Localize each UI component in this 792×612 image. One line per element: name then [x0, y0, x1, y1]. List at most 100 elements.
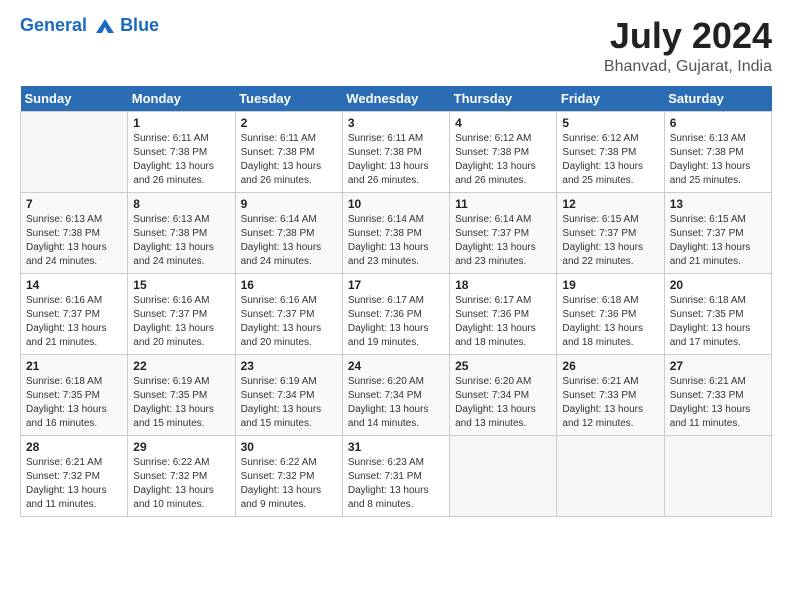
day-number: 18	[455, 278, 551, 292]
day-number: 16	[241, 278, 337, 292]
day-number: 30	[241, 440, 337, 454]
calendar-week-row: 28Sunrise: 6:21 AMSunset: 7:32 PMDayligh…	[21, 435, 772, 516]
calendar-header-row: SundayMondayTuesdayWednesdayThursdayFrid…	[21, 86, 772, 112]
cell-info: Sunrise: 6:11 AMSunset: 7:38 PMDaylight:…	[241, 132, 337, 188]
header-cell-wednesday: Wednesday	[342, 86, 449, 112]
calendar-cell: 4 Sunrise: 6:12 AMSunset: 7:38 PMDaylight…	[450, 111, 557, 192]
cell-info: Sunrise: 6:19 AMSunset: 7:34 PMDaylight:…	[241, 375, 337, 431]
calendar-cell: 15 Sunrise: 6:16 AMSunset: 7:37 PMDayligh…	[128, 273, 235, 354]
logo-icon	[94, 17, 116, 35]
day-number: 17	[348, 278, 444, 292]
cell-info: Sunrise: 6:12 AMSunset: 7:38 PMDaylight:…	[455, 132, 551, 188]
cell-info: Sunrise: 6:16 AMSunset: 7:37 PMDaylight:…	[241, 294, 337, 350]
calendar-cell	[557, 435, 664, 516]
calendar-cell: 28Sunrise: 6:21 AMSunset: 7:32 PMDayligh…	[21, 435, 128, 516]
header-cell-monday: Monday	[128, 86, 235, 112]
day-number: 3	[348, 116, 444, 130]
calendar-week-row: 14 Sunrise: 6:16 AMSunset: 7:37 PMDayligh…	[21, 273, 772, 354]
calendar-cell: 17 Sunrise: 6:17 AMSunset: 7:36 PMDayligh…	[342, 273, 449, 354]
calendar-cell: 8 Sunrise: 6:13 AMSunset: 7:38 PMDaylight…	[128, 192, 235, 273]
cell-info: Sunrise: 6:15 AMSunset: 7:37 PMDaylight:…	[670, 213, 766, 269]
title-block: July 2024 Bhanvad, Gujarat, India	[604, 16, 772, 76]
calendar-cell: 23 Sunrise: 6:19 AMSunset: 7:34 PMDayligh…	[235, 354, 342, 435]
calendar-cell: 1Sunrise: 6:11 AMSunset: 7:38 PMDaylight…	[128, 111, 235, 192]
calendar-cell: 22Sunrise: 6:19 AMSunset: 7:35 PMDayligh…	[128, 354, 235, 435]
day-number: 28	[26, 440, 122, 454]
day-number: 10	[348, 197, 444, 211]
calendar-cell: 9Sunrise: 6:14 AMSunset: 7:38 PMDaylight…	[235, 192, 342, 273]
cell-info: Sunrise: 6:14 AMSunset: 7:38 PMDaylight:…	[348, 213, 444, 269]
cell-info: Sunrise: 6:21 AMSunset: 7:33 PMDaylight:…	[562, 375, 658, 431]
header-cell-sunday: Sunday	[21, 86, 128, 112]
logo: General Blue	[20, 16, 159, 36]
calendar-cell: 3 Sunrise: 6:11 AMSunset: 7:38 PMDaylight…	[342, 111, 449, 192]
logo-text: General	[20, 16, 118, 36]
calendar-table: SundayMondayTuesdayWednesdayThursdayFrid…	[20, 86, 772, 517]
header-cell-friday: Friday	[557, 86, 664, 112]
day-number: 20	[670, 278, 766, 292]
day-number: 8	[133, 197, 229, 211]
calendar-cell: 14 Sunrise: 6:16 AMSunset: 7:37 PMDayligh…	[21, 273, 128, 354]
calendar-cell: 6Sunrise: 6:13 AMSunset: 7:38 PMDaylight…	[664, 111, 771, 192]
cell-info: Sunrise: 6:12 AMSunset: 7:38 PMDaylight:…	[562, 132, 658, 188]
cell-info: Sunrise: 6:16 AMSunset: 7:37 PMDaylight:…	[26, 294, 122, 350]
day-number: 5	[562, 116, 658, 130]
cell-info: Sunrise: 6:18 AMSunset: 7:35 PMDaylight:…	[26, 375, 122, 431]
calendar-cell: 11 Sunrise: 6:14 AMSunset: 7:37 PMDayligh…	[450, 192, 557, 273]
calendar-cell: 20 Sunrise: 6:18 AMSunset: 7:35 PMDayligh…	[664, 273, 771, 354]
calendar-week-row: 21 Sunrise: 6:18 AMSunset: 7:35 PMDayligh…	[21, 354, 772, 435]
cell-info: Sunrise: 6:17 AMSunset: 7:36 PMDaylight:…	[348, 294, 444, 350]
page: General Blue July 2024 Bhanvad, Gujarat,…	[0, 0, 792, 612]
cell-info: Sunrise: 6:13 AMSunset: 7:38 PMDaylight:…	[133, 213, 229, 269]
day-number: 27	[670, 359, 766, 373]
cell-info: Sunrise: 6:11 AMSunset: 7:38 PMDaylight:…	[348, 132, 444, 188]
calendar-cell: 30 Sunrise: 6:22 AMSunset: 7:32 PMDayligh…	[235, 435, 342, 516]
day-number: 4	[455, 116, 551, 130]
cell-info: Sunrise: 6:15 AMSunset: 7:37 PMDaylight:…	[562, 213, 658, 269]
calendar-cell: 24 Sunrise: 6:20 AMSunset: 7:34 PMDayligh…	[342, 354, 449, 435]
day-number: 29	[133, 440, 229, 454]
day-number: 13	[670, 197, 766, 211]
cell-info: Sunrise: 6:19 AMSunset: 7:35 PMDaylight:…	[133, 375, 229, 431]
day-number: 15	[133, 278, 229, 292]
calendar-cell: 16 Sunrise: 6:16 AMSunset: 7:37 PMDayligh…	[235, 273, 342, 354]
sub-title: Bhanvad, Gujarat, India	[604, 58, 772, 76]
cell-info: Sunrise: 6:14 AMSunset: 7:37 PMDaylight:…	[455, 213, 551, 269]
cell-info: Sunrise: 6:23 AMSunset: 7:31 PMDaylight:…	[348, 456, 444, 512]
day-number: 7	[26, 197, 122, 211]
calendar-cell: 25 Sunrise: 6:20 AMSunset: 7:34 PMDayligh…	[450, 354, 557, 435]
cell-info: Sunrise: 6:20 AMSunset: 7:34 PMDaylight:…	[455, 375, 551, 431]
logo-general: General	[20, 15, 87, 35]
day-number: 9	[241, 197, 337, 211]
calendar-cell: 5 Sunrise: 6:12 AMSunset: 7:38 PMDaylight…	[557, 111, 664, 192]
day-number: 14	[26, 278, 122, 292]
main-title: July 2024	[604, 16, 772, 56]
header-cell-saturday: Saturday	[664, 86, 771, 112]
header: General Blue July 2024 Bhanvad, Gujarat,…	[20, 16, 772, 76]
calendar-cell: 27Sunrise: 6:21 AMSunset: 7:33 PMDayligh…	[664, 354, 771, 435]
calendar-cell	[664, 435, 771, 516]
day-number: 25	[455, 359, 551, 373]
day-number: 24	[348, 359, 444, 373]
calendar-cell: 18Sunrise: 6:17 AMSunset: 7:36 PMDayligh…	[450, 273, 557, 354]
day-number: 26	[562, 359, 658, 373]
day-number: 11	[455, 197, 551, 211]
day-number: 21	[26, 359, 122, 373]
calendar-cell	[450, 435, 557, 516]
calendar-cell: 13 Sunrise: 6:15 AMSunset: 7:37 PMDayligh…	[664, 192, 771, 273]
day-number: 2	[241, 116, 337, 130]
cell-info: Sunrise: 6:18 AMSunset: 7:35 PMDaylight:…	[670, 294, 766, 350]
day-number: 31	[348, 440, 444, 454]
calendar-body: 1Sunrise: 6:11 AMSunset: 7:38 PMDaylight…	[21, 111, 772, 516]
calendar-cell: 31 Sunrise: 6:23 AMSunset: 7:31 PMDayligh…	[342, 435, 449, 516]
cell-info: Sunrise: 6:13 AMSunset: 7:38 PMDaylight:…	[26, 213, 122, 269]
day-number: 6	[670, 116, 766, 130]
cell-info: Sunrise: 6:20 AMSunset: 7:34 PMDaylight:…	[348, 375, 444, 431]
day-number: 23	[241, 359, 337, 373]
calendar-cell: 26 Sunrise: 6:21 AMSunset: 7:33 PMDayligh…	[557, 354, 664, 435]
calendar-cell: 10 Sunrise: 6:14 AMSunset: 7:38 PMDayligh…	[342, 192, 449, 273]
day-number: 19	[562, 278, 658, 292]
cell-info: Sunrise: 6:16 AMSunset: 7:37 PMDaylight:…	[133, 294, 229, 350]
cell-info: Sunrise: 6:22 AMSunset: 7:32 PMDaylight:…	[241, 456, 337, 512]
cell-info: Sunrise: 6:18 AMSunset: 7:36 PMDaylight:…	[562, 294, 658, 350]
